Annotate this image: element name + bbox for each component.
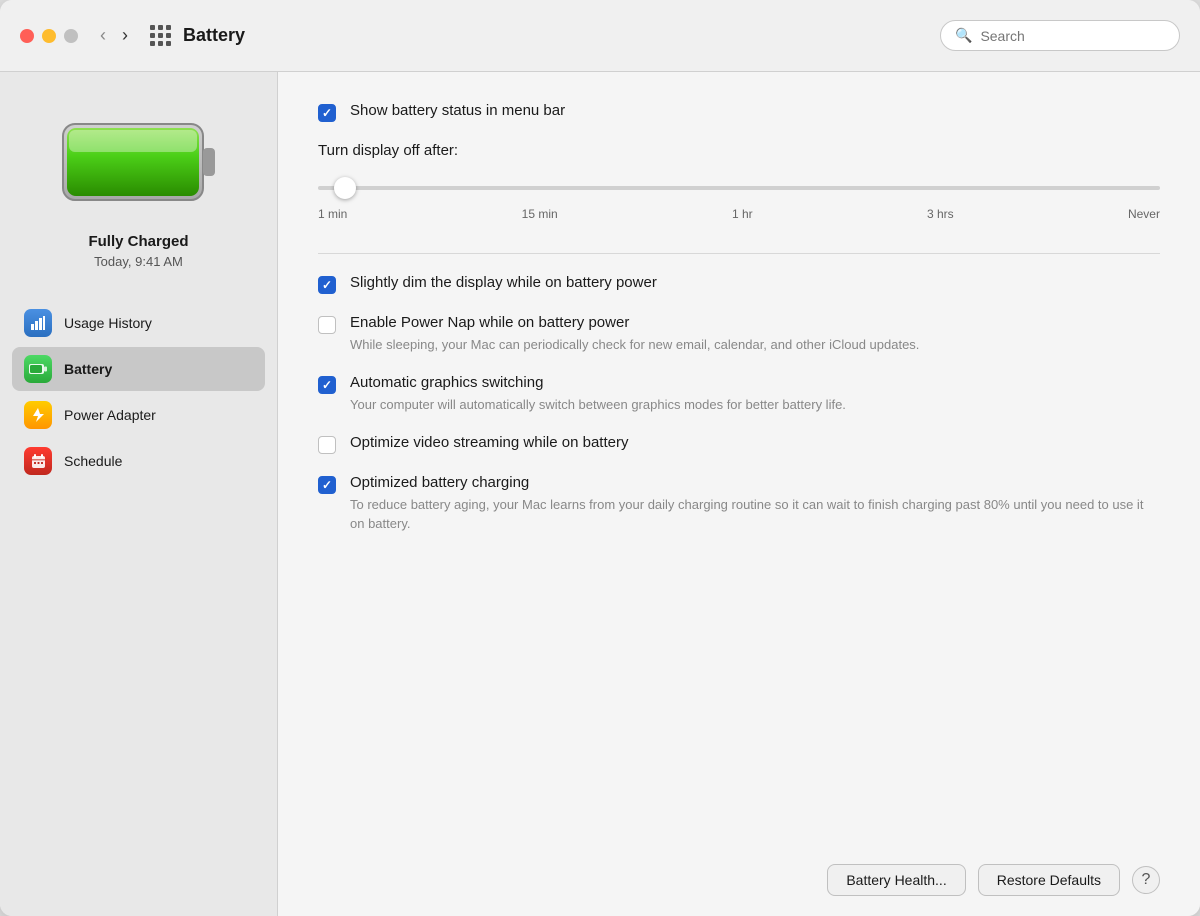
- grid-dot: [166, 25, 171, 30]
- sidebar-item-power-adapter[interactable]: Power Adapter: [12, 393, 265, 437]
- dim-display-text: Slightly dim the display while on batter…: [350, 274, 1160, 292]
- setting-row-optimize-video: Optimize video streaming while on batter…: [318, 434, 1160, 454]
- search-box[interactable]: 🔍: [940, 20, 1180, 51]
- grid-dot: [166, 41, 171, 46]
- show-battery-checkbox[interactable]: [318, 104, 336, 122]
- slider-label: Turn display off after:: [318, 142, 1160, 159]
- sidebar-item-label: Battery: [64, 361, 112, 377]
- optimized-charging-checkbox-wrap[interactable]: [318, 476, 336, 494]
- battery-time-label: Today, 9:41 AM: [94, 254, 183, 269]
- show-battery-checkbox-wrap[interactable]: [318, 104, 336, 122]
- grid-dot: [150, 41, 155, 46]
- schedule-icon: [24, 447, 52, 475]
- slider-wrap[interactable]: [318, 173, 1160, 203]
- sidebar-nav: Usage History Battery: [12, 301, 265, 483]
- minimize-button[interactable]: [42, 29, 56, 43]
- sidebar-item-battery[interactable]: Battery: [12, 347, 265, 391]
- search-icon: 🔍: [955, 27, 972, 44]
- apps-grid-icon: [150, 25, 171, 46]
- optimized-charging-checkbox[interactable]: [318, 476, 336, 494]
- grid-dot: [158, 33, 163, 38]
- setting-row-dim-display: Slightly dim the display while on batter…: [318, 274, 1160, 294]
- auto-graphics-checkbox[interactable]: [318, 376, 336, 394]
- grid-dot: [158, 25, 163, 30]
- setting-row-auto-graphics: Automatic graphics switching Your comput…: [318, 374, 1160, 414]
- window-controls: [20, 29, 78, 43]
- show-battery-text: Show battery status in menu bar: [350, 102, 1160, 120]
- setting-row-power-nap: Enable Power Nap while on battery power …: [318, 314, 1160, 354]
- slider-tick-label-1hr: 1 hr: [732, 207, 753, 221]
- optimized-charging-desc: To reduce battery aging, your Mac learns…: [350, 496, 1160, 532]
- battery-icon: [24, 355, 52, 383]
- optimized-charging-label[interactable]: Optimized battery charging: [350, 474, 529, 491]
- back-button[interactable]: ‹: [94, 21, 112, 50]
- battery-status: Fully Charged: [88, 233, 188, 250]
- main-area: Fully Charged Today, 9:41 AM Usage Histo…: [0, 72, 1200, 916]
- sidebar-item-schedule[interactable]: Schedule: [12, 439, 265, 483]
- search-input[interactable]: [980, 28, 1165, 44]
- optimized-charging-text: Optimized battery charging To reduce bat…: [350, 474, 1160, 532]
- system-preferences-window: ‹ › Battery 🔍: [0, 0, 1200, 916]
- auto-graphics-checkbox-wrap[interactable]: [318, 376, 336, 394]
- optimize-video-checkbox[interactable]: [318, 436, 336, 454]
- nav-buttons: ‹ ›: [94, 21, 134, 50]
- battery-illustration: [59, 112, 219, 217]
- auto-graphics-label[interactable]: Automatic graphics switching: [350, 374, 543, 391]
- display-off-slider[interactable]: [318, 186, 1160, 190]
- power-adapter-icon: [24, 401, 52, 429]
- grid-dot: [150, 33, 155, 38]
- sidebar-item-label: Power Adapter: [64, 407, 156, 423]
- setting-row-optimized-charging: Optimized battery charging To reduce bat…: [318, 474, 1160, 532]
- sidebar: Fully Charged Today, 9:41 AM Usage Histo…: [0, 72, 278, 916]
- optimize-video-label[interactable]: Optimize video streaming while on batter…: [350, 434, 628, 451]
- optimize-video-checkbox-wrap[interactable]: [318, 436, 336, 454]
- slider-tick-labels: 1 min 15 min 1 hr 3 hrs Never: [318, 207, 1160, 221]
- restore-defaults-button[interactable]: Restore Defaults: [978, 864, 1120, 896]
- sidebar-item-usage-history[interactable]: Usage History: [12, 301, 265, 345]
- dim-display-checkbox[interactable]: [318, 276, 336, 294]
- content-area: Show battery status in menu bar Turn dis…: [278, 72, 1200, 916]
- auto-graphics-desc: Your computer will automatically switch …: [350, 396, 1160, 414]
- maximize-button[interactable]: [64, 29, 78, 43]
- forward-button[interactable]: ›: [116, 21, 134, 50]
- slider-tick-label-1min: 1 min: [318, 207, 347, 221]
- power-nap-label[interactable]: Enable Power Nap while on battery power: [350, 314, 629, 331]
- page-title: Battery: [183, 25, 940, 46]
- slider-tick-label-never: Never: [1128, 207, 1160, 221]
- dim-display-checkbox-wrap[interactable]: [318, 276, 336, 294]
- power-nap-desc: While sleeping, your Mac can periodicall…: [350, 336, 1160, 354]
- show-battery-label[interactable]: Show battery status in menu bar: [350, 102, 565, 119]
- close-button[interactable]: [20, 29, 34, 43]
- dim-display-label[interactable]: Slightly dim the display while on batter…: [350, 274, 657, 291]
- battery-status-label: Fully Charged: [88, 233, 188, 250]
- power-nap-checkbox-wrap[interactable]: [318, 316, 336, 334]
- grid-dot: [166, 33, 171, 38]
- grid-icon[interactable]: [150, 25, 171, 46]
- display-off-slider-section: Turn display off after: 1 min 15 min 1 h…: [318, 142, 1160, 221]
- optimize-video-text: Optimize video streaming while on batter…: [350, 434, 1160, 452]
- usage-history-icon: [24, 309, 52, 337]
- auto-graphics-text: Automatic graphics switching Your comput…: [350, 374, 1160, 414]
- help-button[interactable]: ?: [1132, 866, 1160, 894]
- grid-dot: [150, 25, 155, 30]
- sidebar-item-label: Usage History: [64, 315, 152, 331]
- divider: [318, 253, 1160, 254]
- battery-health-button[interactable]: Battery Health...: [827, 864, 965, 896]
- power-nap-text: Enable Power Nap while on battery power …: [350, 314, 1160, 354]
- content-footer: Battery Health... Restore Defaults ?: [318, 844, 1160, 896]
- setting-row-show-battery: Show battery status in menu bar: [318, 102, 1160, 122]
- titlebar: ‹ › Battery 🔍: [0, 0, 1200, 72]
- sidebar-item-label: Schedule: [64, 453, 122, 469]
- slider-tick-label-15min: 15 min: [522, 207, 558, 221]
- power-nap-checkbox[interactable]: [318, 316, 336, 334]
- grid-dot: [158, 41, 163, 46]
- slider-tick-label-3hrs: 3 hrs: [927, 207, 954, 221]
- battery-svg-icon: [59, 112, 219, 212]
